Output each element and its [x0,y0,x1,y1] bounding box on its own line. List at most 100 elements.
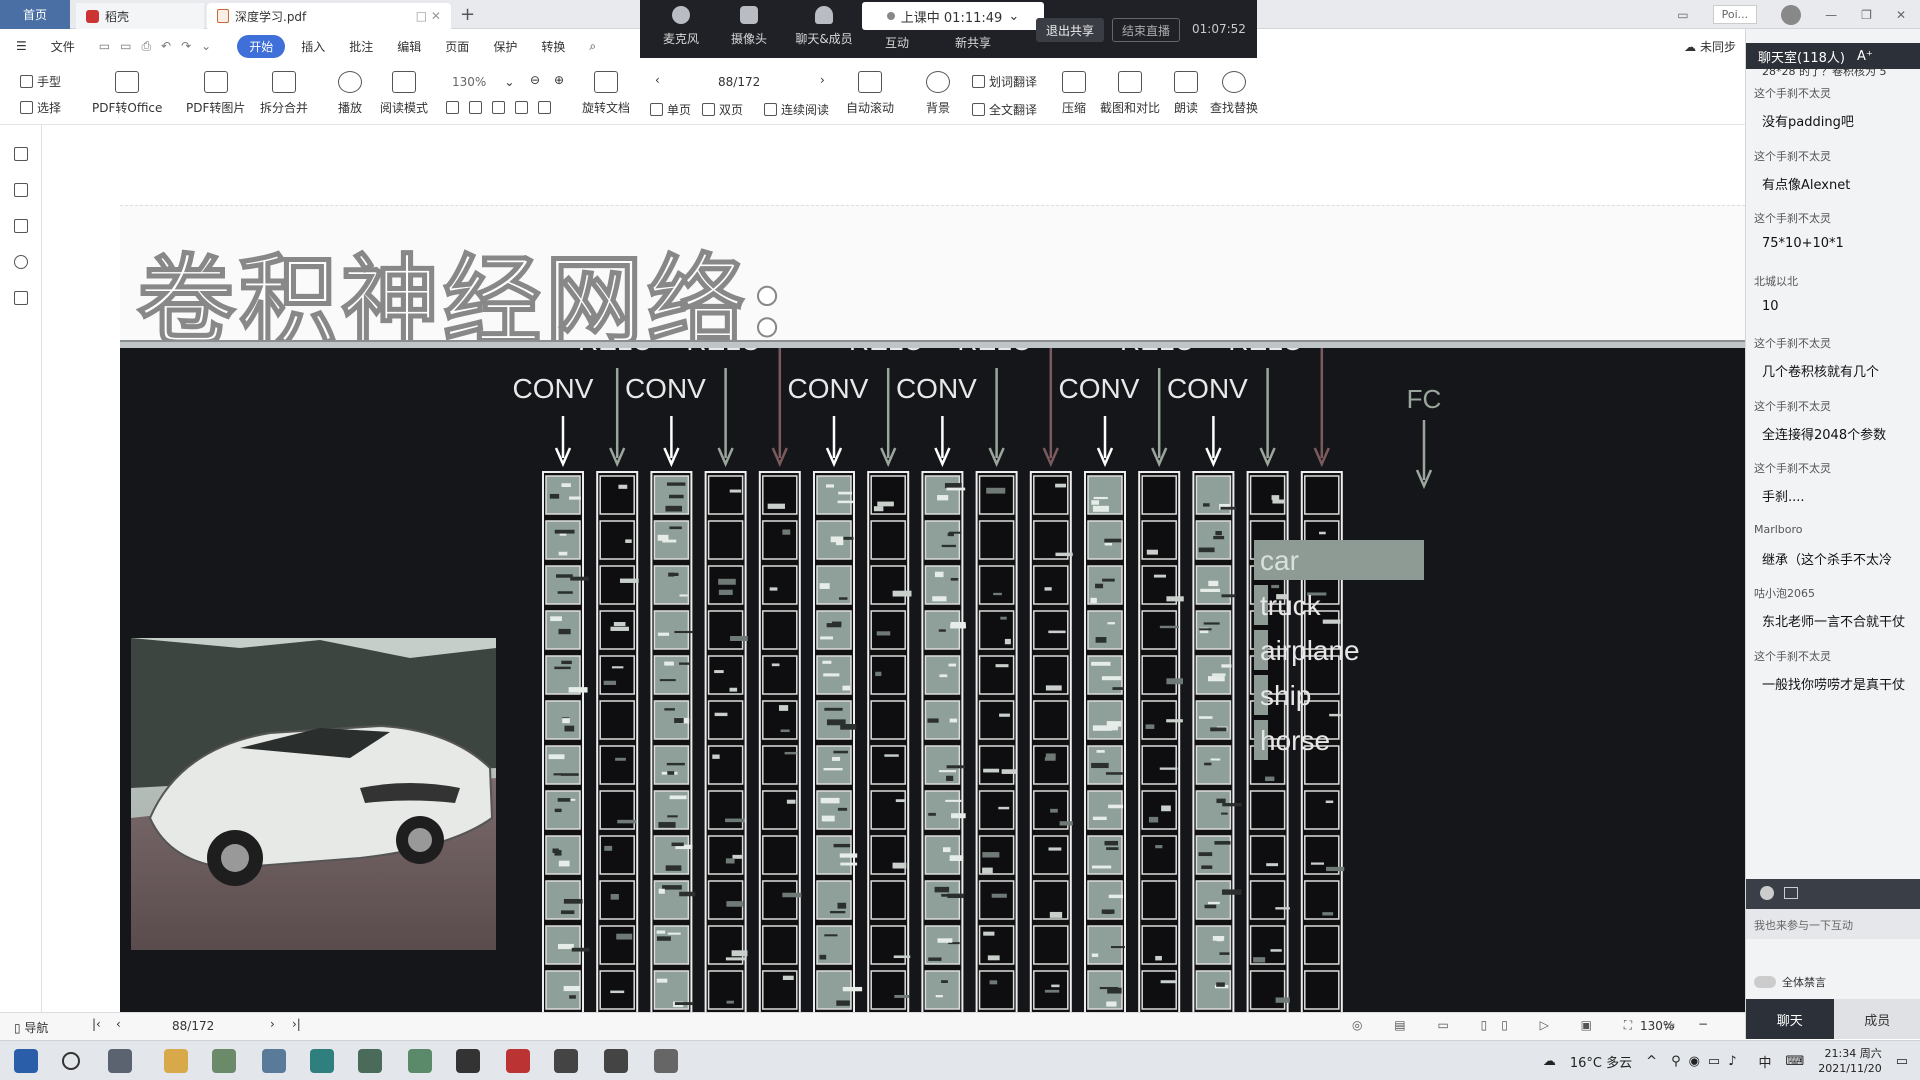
full-translate-button[interactable]: 全文翻译 [972,101,1037,118]
attachment-icon[interactable] [14,255,28,269]
font-size-button[interactable]: A⁺ [1857,49,1873,64]
view-tools[interactable] [446,101,551,114]
tab-chat[interactable]: 聊天 [1746,999,1834,1039]
prev-page-button[interactable]: ‹ [116,1017,121,1031]
weather-icon[interactable]: ☁ [1543,1054,1556,1069]
pdf-to-image-button[interactable]: PDF转图片 [186,71,245,116]
background-button[interactable]: 背景 [926,71,950,116]
app-icon-9[interactable] [654,1049,678,1073]
chat-members-button[interactable]: 聊天&成员 [784,6,864,47]
menu-insert[interactable]: 插入 [289,38,337,55]
new-share-button[interactable]: 新共享 [940,34,1006,51]
app-icon-5[interactable] [408,1049,432,1073]
menu-page[interactable]: 页面 [433,38,481,55]
image-upload-icon[interactable] [1784,887,1798,899]
zoom-in-button[interactable]: ⊕ [554,73,564,87]
zoom-select[interactable]: 130% ⌄ [452,75,514,89]
close-icon[interactable]: ✕ [1896,8,1906,22]
status-zoom[interactable]: 130% [1640,1019,1674,1033]
interact-button[interactable]: 互动 [864,34,930,51]
minimize-icon[interactable]: — [1825,8,1837,22]
tab-docer[interactable]: 稻壳 [76,3,204,29]
menu-hamburger-icon[interactable]: ☰ [0,39,39,53]
play-button[interactable]: 播放 [338,71,362,116]
zoom-out-icon[interactable]: − [1698,1017,1708,1031]
zoom-out-button[interactable]: ⊖ [530,73,540,87]
notification-icon[interactable]: ▭ [1896,1054,1908,1069]
word-translate-button[interactable]: 划词翻译 [972,73,1037,90]
ime-indicator[interactable]: 中 [1759,1052,1772,1071]
weather-text[interactable]: 16°C 多云 [1570,1052,1632,1071]
tab-members[interactable]: 成员 [1833,999,1920,1039]
double-page-button[interactable]: 双页 [702,101,743,118]
read-aloud-button[interactable]: 朗读 [1174,71,1198,116]
new-tab-button[interactable]: + [460,4,475,25]
menu-protect[interactable]: 保护 [481,38,529,55]
app-icon-4[interactable] [358,1049,382,1073]
close-tab-icon[interactable]: □ ✕ [416,9,441,23]
single-page-button[interactable]: 单页 [650,101,691,118]
emoji-icon[interactable] [1760,886,1774,900]
layout-icon[interactable]: ▭ [1677,8,1688,22]
maximize-icon[interactable]: ❐ [1861,8,1872,22]
tray-icons[interactable]: ⚲◉▭♪ [1671,1054,1744,1069]
keyboard-icon[interactable]: ⌨ [1786,1054,1805,1069]
stop-share-button[interactable]: 退出共享 [1036,18,1104,42]
search-box[interactable]: Poi... [1712,5,1758,24]
app-icon-8[interactable] [604,1049,628,1073]
menu-edit[interactable]: 编辑 [385,38,433,55]
camera-button[interactable]: 摄像头 [716,6,782,47]
file-explorer-icon[interactable] [164,1049,188,1073]
live-status-pill[interactable]: 上课中 01:11:49 ⌄ [862,2,1044,30]
compress-button[interactable]: 压缩 [1062,71,1086,116]
rotate-document-button[interactable]: 旋转文档 [582,71,630,116]
cloud-sync-status[interactable]: ☁ 未同步 [1684,38,1736,55]
comment-icon[interactable] [14,219,28,233]
bookmark-icon[interactable] [14,147,28,161]
tray-chevron-icon[interactable]: ^ [1646,1054,1657,1069]
thumbnail-icon[interactable] [14,183,28,197]
page-view-icons[interactable]: ◎ ▤ ▭ ▯▯ ▷ ▣ ⛶ ▭ [1352,1018,1689,1033]
menu-annotate[interactable]: 批注 [337,38,385,55]
quick-access-icons[interactable]: ▭▭⎙↶↷⌄ [87,39,233,54]
hand-tool-button[interactable]: 手型 [20,73,61,90]
page-indicator[interactable]: 88/172 [718,75,760,89]
menu-search-icon[interactable]: ⌕ [577,39,608,54]
app-icon-3[interactable] [262,1049,286,1073]
wps-icon[interactable] [506,1049,530,1073]
toggle-switch[interactable] [1754,976,1776,988]
select-tool-button[interactable]: 选择 [20,99,61,116]
first-page-button[interactable]: |‹ [92,1017,101,1031]
next-page-button[interactable]: › [820,73,825,87]
search-icon[interactable] [62,1052,80,1070]
sign-icon[interactable] [14,291,28,305]
menu-file[interactable]: 文件 [39,38,87,55]
prev-page-button[interactable]: ‹ [655,73,660,87]
mute-all-toggle[interactable]: 全体禁言 [1754,974,1826,990]
app-icon-2[interactable] [212,1049,236,1073]
end-live-button[interactable]: 结束直播 [1112,18,1180,42]
autoscroll-button[interactable]: 自动滚动 [846,71,894,116]
nav-toggle[interactable]: ▯ 导航 [14,1019,48,1036]
mic-button[interactable]: 麦克风 [648,6,714,47]
read-mode-button[interactable]: 阅读模式 [380,71,428,116]
edge-icon[interactable] [310,1049,334,1073]
pdf-to-office-button[interactable]: PDF转Office [92,71,162,116]
continuous-read-button[interactable]: 连续阅读 [764,101,829,118]
clock[interactable]: 21:34 周六 2021/11/20 [1818,1046,1881,1076]
next-page-button[interactable]: › [270,1017,275,1031]
menu-convert[interactable]: 转换 [529,38,577,55]
start-icon[interactable] [14,1049,38,1073]
screenshot-compare-button[interactable]: 截图和对比 [1100,71,1160,116]
find-replace-button[interactable]: 查找替换 [1210,71,1258,116]
last-page-button[interactable]: ›| [292,1017,301,1031]
app-icon-6[interactable] [456,1049,480,1073]
tab-home[interactable]: 首页 [0,0,70,29]
split-merge-button[interactable]: 拆分合并 [260,71,308,116]
status-page-indicator[interactable]: 88/172 [172,1019,214,1033]
app-icon-1[interactable] [108,1049,132,1073]
menu-start[interactable]: 开始 [237,34,286,58]
tab-pdf-document[interactable]: 深度学习.pdf □ ✕ [207,3,451,29]
avatar[interactable] [1781,4,1802,25]
app-icon-7[interactable] [554,1049,578,1073]
